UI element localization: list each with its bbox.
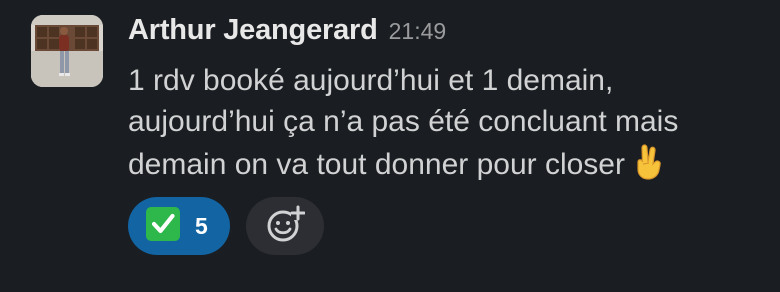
message-line: aujourd’hui ça n’a pas été concluant mai… [128, 105, 679, 138]
reaction-white-check-mark[interactable]: 5 [128, 197, 230, 255]
author-name[interactable]: Arthur Jeangerard [128, 14, 378, 47]
crossed-fingers-emoji [633, 142, 665, 191]
add-reaction-button[interactable] [246, 197, 324, 255]
reactions-bar: 5 [128, 197, 324, 255]
avatar-photo [31, 15, 103, 87]
message-line-text: demain on va tout donner pour closer [128, 148, 625, 181]
reaction-count: 5 [195, 212, 208, 239]
message-header: Arthur Jeangerard 21:49 [128, 14, 446, 54]
message-text: 1 rdv booké aujourd’hui et 1 demain, auj… [128, 60, 768, 191]
message-line: 1 rdv booké aujourd’hui et 1 demain, [128, 64, 614, 97]
message-timestamp[interactable]: 21:49 [389, 18, 447, 45]
add-emoji-icon [265, 204, 306, 249]
message: Arthur Jeangerard 21:49 1 rdv booké aujo… [0, 0, 780, 292]
white-check-mark-emoji [145, 206, 181, 247]
avatar[interactable] [31, 15, 103, 87]
message-line-last: demain on va tout donner pour closer [128, 142, 768, 191]
